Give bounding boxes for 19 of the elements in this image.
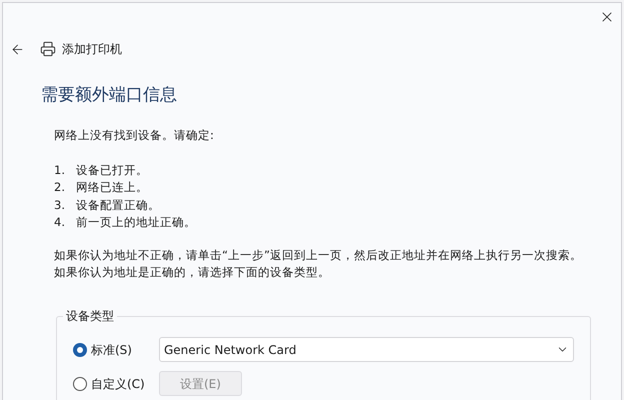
- page-heading: 需要额外端口信息: [41, 85, 177, 105]
- radio-button[interactable]: [73, 376, 87, 390]
- list-item-text: 网络已连上。: [76, 179, 148, 196]
- list-item-text: 设备已打开。: [76, 162, 148, 178]
- list-number: 4.: [54, 214, 66, 231]
- printer-icon: [40, 41, 56, 57]
- note-text: 如果你认为地址是正确的，请选择下面的设备类型。: [54, 264, 331, 281]
- window-title: 添加打印机: [62, 41, 122, 58]
- list-number: 1.: [54, 162, 66, 178]
- note-text: 如果你认为地址不正确，请单击“上一步”返回到上一页，然后改正地址并在网络上执行另一次搜索。: [54, 246, 583, 264]
- radio-label[interactable]: 自定义(C): [91, 374, 145, 392]
- device-type-dropdown[interactable]: Generic Network Card: [159, 337, 574, 362]
- list-number: 3.: [54, 196, 66, 214]
- list-item-text: 前一页上的地址正确。: [76, 214, 196, 231]
- list-number: 2.: [54, 179, 66, 196]
- intro-text: 网络上没有找到设备。请确定:: [54, 127, 215, 144]
- list-item-text: 设备配置正确。: [76, 196, 160, 214]
- radio-button[interactable]: [73, 342, 87, 356]
- radio-label[interactable]: 标准(S): [91, 340, 132, 358]
